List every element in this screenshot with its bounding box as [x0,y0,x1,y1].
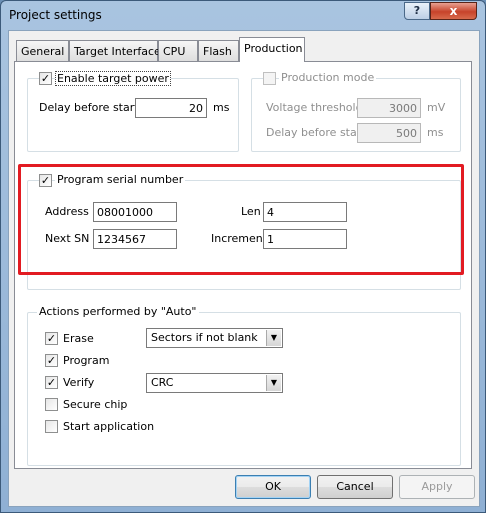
project-settings-window: Project settings ? x General Target Inte… [0,0,486,513]
production-mode-checkbox[interactable] [263,72,276,85]
program-checkbox[interactable]: ✓ [45,354,58,367]
len-label: Len [241,205,261,218]
production-delay-input[interactable] [357,123,421,143]
tab-label: Flash [203,45,232,58]
verify-checkbox[interactable]: ✓ [45,376,58,389]
verify-mode-value: CRC [151,376,174,389]
erase-mode-value: Sectors if not blank [151,331,258,344]
production-delay-unit-label: ms [427,126,444,139]
delay-unit-label: ms [213,101,230,114]
tab-label: General [21,45,65,58]
chevron-down-icon[interactable]: ▼ [266,330,281,346]
auto-actions-label: Actions performed by "Auto" [37,305,199,318]
tab-flash[interactable]: Flash [198,40,239,61]
tab-label: Production [244,42,303,55]
title-bar[interactable]: Project settings ? x [1,1,485,31]
check-icon: ✓ [46,332,57,345]
address-label: Address [45,205,89,218]
production-delay-label: Delay before start [266,126,366,139]
next-sn-label: Next SN [45,232,90,245]
check-icon: ✓ [40,72,51,85]
help-button[interactable]: ? [404,2,430,20]
check-icon: ✓ [46,354,57,367]
tab-label: CPU [163,45,186,58]
start-application-label: Start application [63,420,155,433]
tab-production[interactable]: Production [239,37,305,62]
address-input[interactable] [93,202,177,222]
tab-target-interface[interactable]: Target Interface [69,40,161,61]
enable-target-power-label: Enable target power [55,71,171,86]
enable-target-power-checkbox[interactable]: ✓ [39,72,52,85]
production-mode-group [251,78,461,152]
len-input[interactable] [263,202,347,222]
erase-mode-select[interactable]: Sectors if not blank ▼ [146,328,283,348]
start-application-checkbox[interactable] [45,420,58,433]
tab-cpu[interactable]: CPU [158,40,198,61]
tab-label: Target Interface [74,45,161,58]
next-sn-input[interactable] [93,229,177,249]
window-title: Project settings [9,8,102,22]
verify-mode-select[interactable]: CRC ▼ [146,373,283,393]
program-serial-number-label: Program serial number [55,173,186,186]
target-power-group [27,78,239,152]
delay-before-start-label: Delay before start [39,101,139,114]
erase-checkbox[interactable]: ✓ [45,332,58,345]
erase-label: Erase [63,332,94,345]
voltage-unit-label: mV [427,101,446,114]
verify-label: Verify [63,376,95,389]
cancel-button[interactable]: Cancel [317,475,393,499]
program-label: Program [63,354,110,367]
program-serial-number-checkbox[interactable]: ✓ [39,174,52,187]
chevron-down-icon[interactable]: ▼ [266,375,281,391]
check-icon: ✓ [40,174,51,187]
check-icon: ✓ [46,376,57,389]
tab-general[interactable]: General [16,40,69,61]
dialog-client-area: General Target Interface CPU Flash Produ… [8,30,480,507]
close-icon: x [449,4,458,18]
ok-button[interactable]: OK [235,475,311,499]
voltage-threshold-input[interactable] [357,98,421,118]
secure-chip-checkbox[interactable] [45,398,58,411]
delay-before-start-input[interactable] [135,98,207,118]
production-mode-label: Production mode [279,71,377,84]
voltage-threshold-label: Voltage threshold [266,101,363,114]
help-icon: ? [413,4,421,17]
increment-input[interactable] [263,229,347,249]
apply-button[interactable]: Apply [399,475,475,499]
secure-chip-label: Secure chip [63,398,128,411]
increment-label: Increment [211,232,268,245]
production-tab-panel: ✓ Enable target power Delay before start… [14,61,472,469]
close-button[interactable]: x [430,2,477,20]
